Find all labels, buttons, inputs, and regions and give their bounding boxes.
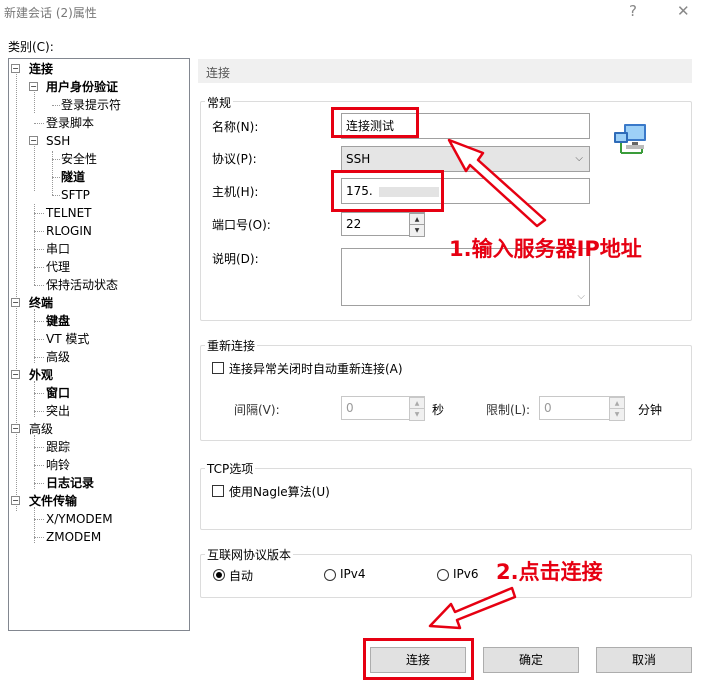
step2-annotation: 2.点击连接 — [496, 560, 603, 584]
arrow-to-connect-icon — [428, 586, 517, 630]
step1-annotation: 1.输入服务器IP地址 — [449, 237, 642, 261]
arrow-to-host-icon — [447, 138, 547, 228]
